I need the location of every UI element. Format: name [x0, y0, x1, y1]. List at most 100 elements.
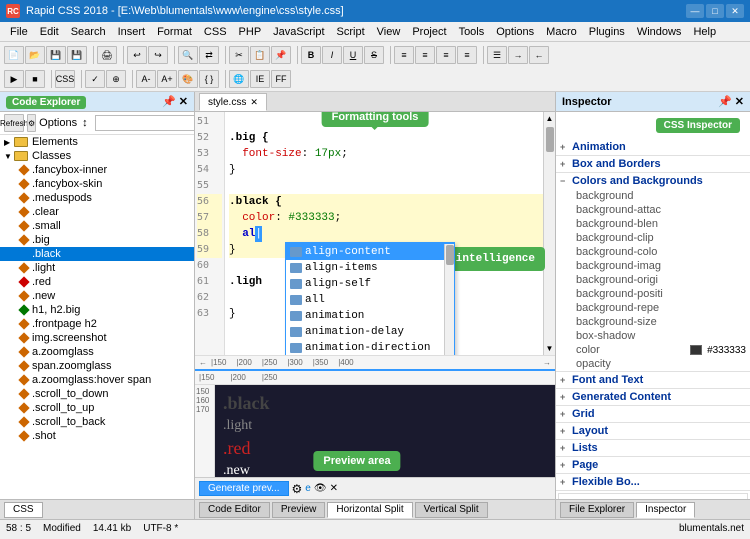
section-header[interactable]: + Grid — [556, 406, 750, 422]
stop-button[interactable]: ■ — [25, 70, 45, 88]
menu-javascript[interactable]: JavaScript — [267, 24, 330, 40]
menu-tools[interactable]: Tools — [453, 24, 491, 40]
preview-icon[interactable]: 👁 — [314, 483, 327, 494]
vertical-split-tab[interactable]: Vertical Split — [415, 502, 488, 518]
copy-button[interactable]: 📋 — [250, 46, 270, 64]
list-item[interactable]: .meduspods — [0, 191, 194, 205]
underline-button[interactable]: U — [343, 46, 363, 64]
menu-macro[interactable]: Macro — [540, 24, 583, 40]
code-editor[interactable]: .big { font-size: 17px; } .black { color… — [225, 112, 555, 355]
ac-item[interactable]: align-items — [286, 260, 454, 276]
preview-browser[interactable]: 🌐 — [229, 70, 249, 88]
insp-property-bg-attach[interactable]: background-attac — [556, 203, 750, 217]
ac-item[interactable]: animation-direction — [286, 340, 454, 355]
insp-property-color[interactable]: color #333333 — [556, 343, 750, 357]
insp-property-bg-repeat[interactable]: background-repe — [556, 301, 750, 315]
insp-property-background[interactable]: background — [556, 189, 750, 203]
list-item[interactable]: .scroll_to_back — [0, 415, 194, 429]
refresh-button[interactable]: Refresh — [4, 114, 24, 132]
list-item[interactable]: .scroll_to_up — [0, 401, 194, 415]
insp-property-bg-clip[interactable]: background-clip — [556, 231, 750, 245]
ac-item[interactable]: animation — [286, 308, 454, 324]
list-item[interactable]: .red — [0, 275, 194, 289]
insp-property-bg-color[interactable]: background-colo — [556, 245, 750, 259]
menu-script[interactable]: Script — [331, 24, 371, 40]
insp-property-bg-blend[interactable]: background-blen — [556, 217, 750, 231]
section-header[interactable]: + Font and Text — [556, 372, 750, 388]
ie-icon[interactable]: e — [305, 483, 311, 494]
list-item[interactable]: a.zoomglass — [0, 345, 194, 359]
section-header[interactable]: + Generated Content — [556, 389, 750, 405]
insp-property-box-shadow[interactable]: box-shadow — [556, 329, 750, 343]
section-header[interactable]: + Layout — [556, 423, 750, 439]
tree-elements[interactable]: ▶ Elements — [0, 135, 194, 149]
list-button[interactable]: ☰ — [487, 46, 507, 64]
menu-format[interactable]: Format — [151, 24, 198, 40]
css-tab[interactable]: CSS — [4, 502, 43, 518]
tree-classes[interactable]: ▼ Classes — [0, 149, 194, 163]
replace-button[interactable]: ⇄ — [199, 46, 219, 64]
insp-property-bg-size[interactable]: background-size — [556, 315, 750, 329]
panel-close-icon[interactable]: ✕ — [179, 95, 188, 108]
section-header[interactable]: + Animation — [556, 139, 750, 155]
font-size-down[interactable]: A- — [136, 70, 156, 88]
insp-property-bg-image[interactable]: background-imag — [556, 259, 750, 273]
print-button[interactable]: 🖨 — [97, 46, 117, 64]
menu-insert[interactable]: Insert — [112, 24, 152, 40]
menu-php[interactable]: PHP — [233, 24, 268, 40]
menu-file[interactable]: File — [4, 24, 34, 40]
autocomplete-scrollbar[interactable] — [444, 244, 454, 355]
generate-preview-button[interactable]: Generate prev... — [199, 481, 289, 496]
insp-property-opacity[interactable]: opacity — [556, 357, 750, 371]
preview-tab[interactable]: Preview — [272, 502, 326, 518]
list-item[interactable]: a.zoomglass:hover span — [0, 373, 194, 387]
section-header[interactable]: + Lists — [556, 440, 750, 456]
align-justify-button[interactable]: ≡ — [457, 46, 477, 64]
menu-css[interactable]: CSS — [198, 24, 233, 40]
minimize-button[interactable]: — — [686, 4, 704, 18]
open-button[interactable]: 📂 — [25, 46, 45, 64]
close-button[interactable]: ✕ — [726, 4, 744, 18]
list-item[interactable]: .light — [0, 261, 194, 275]
inspector-tab[interactable]: Inspector — [636, 502, 695, 518]
list-item[interactable]: .shot — [0, 429, 194, 443]
align-right-button[interactable]: ≡ — [436, 46, 456, 64]
section-header[interactable]: + Flexible Bo... — [556, 474, 750, 490]
list-item[interactable]: .clear — [0, 205, 194, 219]
section-header[interactable]: − Colors and Backgrounds — [556, 173, 750, 189]
section-header[interactable]: + Box and Borders — [556, 156, 750, 172]
autocomplete-dropdown[interactable]: align-content align-items align-self all — [285, 242, 455, 355]
menu-search[interactable]: Search — [65, 24, 112, 40]
insp-close-icon[interactable]: ✕ — [735, 95, 744, 108]
run-button[interactable]: ▶ — [4, 70, 24, 88]
settings-icon[interactable]: ⚙ — [292, 482, 303, 496]
insp-pin-icon[interactable]: 📌 — [718, 95, 732, 108]
panel-pin-icon[interactable]: 📌 — [162, 95, 176, 108]
cut-button[interactable]: ✂ — [229, 46, 249, 64]
list-item[interactable]: span.zoomglass — [0, 359, 194, 373]
sort-button[interactable]: ↕ — [82, 117, 88, 129]
list-item[interactable]: .fancybox-skin — [0, 177, 194, 191]
ac-scroll-thumb[interactable] — [446, 245, 454, 265]
find-button[interactable]: 🔍 — [178, 46, 198, 64]
redo-button[interactable]: ↪ — [148, 46, 168, 64]
undo-button[interactable]: ↩ — [127, 46, 147, 64]
validate-button[interactable]: ✓ — [85, 70, 105, 88]
indent-button[interactable]: → — [508, 46, 528, 64]
list-item[interactable]: h1, h2.big — [0, 303, 194, 317]
ac-item[interactable]: align-content — [286, 244, 454, 260]
insp-property-bg-pos[interactable]: background-positi — [556, 287, 750, 301]
save-all-button[interactable]: 💾 — [67, 46, 87, 64]
file-explorer-tab[interactable]: File Explorer — [560, 502, 634, 518]
insp-property-bg-origin[interactable]: background-origi — [556, 273, 750, 287]
code-editor-tab[interactable]: Code Editor — [199, 502, 270, 518]
scroll-up-arrow[interactable]: ▲ — [544, 112, 555, 125]
outdent-button[interactable]: ← — [529, 46, 549, 64]
menu-project[interactable]: Project — [406, 24, 452, 40]
list-item[interactable]: .big — [0, 233, 194, 247]
color-swatch[interactable] — [690, 345, 702, 355]
preview-ie[interactable]: IE — [250, 70, 270, 88]
font-size-up[interactable]: A+ — [157, 70, 177, 88]
new-button[interactable]: 📄 — [4, 46, 24, 64]
scroll-thumb[interactable] — [546, 127, 554, 152]
